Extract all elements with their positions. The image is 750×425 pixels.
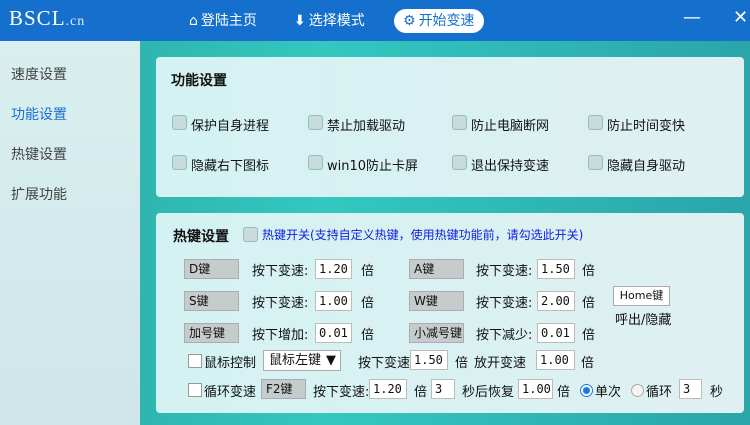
loop-key-field[interactable]: F2键 <box>261 379 306 399</box>
hotkey-action-label: 按下变速: <box>252 296 309 311</box>
option-label: 防止电脑断网 <box>471 119 550 134</box>
loop-press-speed-input[interactable]: 1.20 <box>369 379 407 399</box>
option-label: 隐藏右下图标 <box>191 159 270 174</box>
unit-label: 倍 <box>582 264 596 279</box>
hotkey-value-input[interactable]: 1.50 <box>537 259 575 279</box>
option-checkbox[interactable] <box>172 155 187 170</box>
cycle-radio[interactable] <box>631 384 644 397</box>
sidebar: 速度设置 功能设置 热键设置 扩展功能 <box>0 41 140 425</box>
hotkey-action-label: 按下增加: <box>252 328 309 343</box>
minimize-button[interactable]: — <box>683 7 701 28</box>
hotkey-action-label: 按下变速: <box>252 264 309 279</box>
unit-label: 倍 <box>455 356 469 371</box>
unit-label: 倍 <box>581 356 595 371</box>
option-label: 保护自身进程 <box>191 119 270 134</box>
mouse-button-select[interactable]: 鼠标左键 ▼ <box>263 350 341 371</box>
option-checkbox[interactable] <box>308 115 323 130</box>
unit-label: 倍 <box>582 296 596 311</box>
option-label: 隐藏自身驱动 <box>607 159 686 174</box>
unit-label: 倍 <box>582 328 596 343</box>
nav-select-mode[interactable]: ⬇ 选择模式 <box>294 9 365 33</box>
press-label: 按下变速: <box>313 385 370 400</box>
hotkey-key-field[interactable]: 小减号键 <box>409 323 464 343</box>
hotkey-action-label: 按下减少: <box>476 328 533 343</box>
close-button[interactable]: ✕ <box>733 7 748 28</box>
mouse-release-speed-input[interactable]: 1.00 <box>536 350 575 370</box>
cycle-seconds-input[interactable]: 3 <box>679 379 702 399</box>
nav-label: 选择模式 <box>308 13 365 29</box>
hotkey-panel: 热键设置 热键开关(支持自定义热键，使用热键功能前，请勾选此开关) D键 按下变… <box>156 213 744 413</box>
mouse-control-label: 鼠标控制 <box>204 356 257 371</box>
release-label: 放开变速 <box>474 356 527 371</box>
loop-speed-label: 循环变速 <box>204 385 257 400</box>
loop-restore-speed-input[interactable]: 1.00 <box>518 379 553 399</box>
option-label: win10防止卡屏 <box>327 159 419 174</box>
logo: BSCL.cn <box>9 6 86 30</box>
download-icon: ⬇ <box>294 13 306 29</box>
hotkey-key-field[interactable]: 加号键 <box>184 323 239 343</box>
unit-label: 倍 <box>557 385 571 400</box>
option-label: 禁止加载驱动 <box>327 119 406 134</box>
sidebar-item-extend[interactable]: 扩展功能 <box>11 184 67 204</box>
press-label: 按下变速 <box>358 356 411 371</box>
home-icon: ⌂ <box>189 13 198 29</box>
option-label: 退出保持变速 <box>471 159 550 174</box>
mouse-control-checkbox[interactable] <box>188 354 202 368</box>
home-key-label: 呼出/隐藏 <box>615 313 672 328</box>
hotkey-value-input[interactable]: 1.00 <box>315 291 352 311</box>
option-checkbox[interactable] <box>588 115 603 130</box>
loop-speed-checkbox[interactable] <box>188 383 202 397</box>
seconds-unit-label: 秒 <box>710 385 724 400</box>
nav-start-speed[interactable]: ⚙ 开始变速 <box>394 9 484 33</box>
hotkey-key-field[interactable]: S键 <box>184 291 239 311</box>
panel-title: 热键设置 <box>173 229 229 245</box>
nav-label: 登陆主页 <box>200 13 257 29</box>
mouse-press-speed-input[interactable]: 1.50 <box>410 350 448 370</box>
hotkey-key-field[interactable]: W键 <box>409 291 464 311</box>
restore-label: 秒后恢复 <box>462 385 515 400</box>
option-checkbox[interactable] <box>172 115 187 130</box>
option-checkbox[interactable] <box>452 115 467 130</box>
option-label: 防止时间变快 <box>607 119 686 134</box>
sidebar-item-speed[interactable]: 速度设置 <box>11 64 67 84</box>
once-label: 单次 <box>595 385 622 400</box>
option-checkbox[interactable] <box>452 155 467 170</box>
option-checkbox[interactable] <box>308 155 323 170</box>
hotkey-value-input[interactable]: 2.00 <box>537 291 575 311</box>
sidebar-item-function[interactable]: 功能设置 <box>11 104 67 124</box>
unit-label: 倍 <box>361 328 375 343</box>
hotkey-toggle-checkbox[interactable] <box>243 227 258 242</box>
unit-label: 倍 <box>414 385 428 400</box>
cycle-label: 循环 <box>646 385 673 400</box>
nav-home[interactable]: ⌂ 登陆主页 <box>189 9 257 33</box>
hotkey-value-input[interactable]: 1.20 <box>315 259 352 279</box>
hotkey-key-field[interactable]: D键 <box>184 259 239 279</box>
unit-label: 倍 <box>361 296 375 311</box>
once-radio[interactable] <box>580 384 593 397</box>
chevron-down-icon: ▼ <box>326 353 336 368</box>
loop-seconds-input[interactable]: 3 <box>431 379 455 399</box>
hotkey-value-input[interactable]: 0.01 <box>315 323 352 343</box>
sidebar-item-hotkey[interactable]: 热键设置 <box>11 144 67 164</box>
panel-title: 功能设置 <box>171 73 227 89</box>
hotkey-key-field[interactable]: A键 <box>409 259 464 279</box>
hotkey-action-label: 按下变速: <box>476 296 533 311</box>
home-key-button[interactable]: Home键 <box>613 286 670 306</box>
hotkey-value-input[interactable]: 0.01 <box>537 323 575 343</box>
option-checkbox[interactable] <box>588 155 603 170</box>
hotkey-action-label: 按下变速: <box>476 264 533 279</box>
function-panel: 功能设置 保护自身进程 禁止加载驱动 防止电脑断网 防止时间变快 隐藏右下图标 … <box>156 57 744 197</box>
gear-icon: ⚙ <box>403 13 416 29</box>
hotkey-toggle-label: 热键开关(支持自定义热键，使用热键功能前，请勾选此开关) <box>262 228 584 242</box>
nav-label: 开始变速 <box>418 13 475 29</box>
title-bar: BSCL.cn ⌂ 登陆主页 ⬇ 选择模式 ⚙ 开始变速 — ✕ <box>0 0 750 41</box>
unit-label: 倍 <box>361 264 375 279</box>
